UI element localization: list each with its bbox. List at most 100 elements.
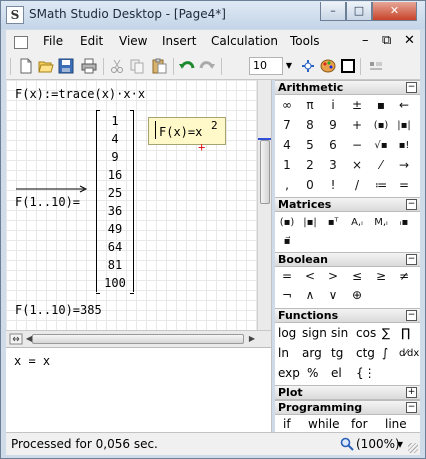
not-equal-button[interactable]: ≠ <box>393 267 415 286</box>
section-boolean[interactable]: Boolean − <box>275 252 420 267</box>
greater-than-button[interactable]: > <box>322 267 344 286</box>
undo-icon[interactable] <box>179 58 195 74</box>
square-root-button[interactable]: √▪ <box>370 136 392 155</box>
minimize-button[interactable]: – <box>320 2 346 21</box>
parentheses-button[interactable]: (▪) <box>370 116 392 135</box>
collapse-icon[interactable]: − <box>406 310 417 321</box>
horizontal-scroll-thumb[interactable] <box>32 334 244 344</box>
bool-equals-button[interactable]: = <box>276 267 298 286</box>
document-menu-icon[interactable] <box>14 36 28 49</box>
less-than-button[interactable]: < <box>299 267 321 286</box>
percent-button[interactable]: % <box>307 365 318 382</box>
and-button[interactable]: ∧ <box>299 286 321 305</box>
grid-icon[interactable] <box>368 58 384 74</box>
section-programming[interactable]: Programming − <box>275 400 420 415</box>
determinant-button[interactable]: |▪| <box>299 213 321 232</box>
save-icon[interactable] <box>58 58 74 74</box>
new-document-icon[interactable] <box>18 58 34 74</box>
expand-icon[interactable]: + <box>406 387 417 398</box>
comma-button[interactable]: , <box>276 176 298 195</box>
sin-button[interactable]: sin <box>331 325 348 342</box>
cos-button[interactable]: cos <box>356 325 376 342</box>
digit-4-button[interactable]: 4 <box>276 136 298 155</box>
infinity-button[interactable]: ∞ <box>276 96 298 115</box>
exclamation-button[interactable]: ! <box>322 176 344 195</box>
zoom-dropdown-icon[interactable]: ▾ <box>397 437 403 451</box>
menu-view[interactable]: View <box>119 34 147 48</box>
matrix-insert-button[interactable]: (▪) <box>276 213 298 232</box>
if-button[interactable]: if <box>283 416 291 432</box>
zoom-combo[interactable]: 10 <box>249 57 283 75</box>
digit-2-button[interactable]: 2 <box>299 156 321 175</box>
fraction-button[interactable]: ⁄ <box>370 156 392 175</box>
arrow-right-button[interactable]: → <box>393 156 415 175</box>
section-plot[interactable]: Plot + <box>275 385 420 400</box>
zoom-level[interactable]: (100%) <box>356 437 400 451</box>
pi-button[interactable]: π <box>299 96 321 115</box>
worksheet[interactable]: F(x):=trace(x)·x·x F(1..10)= 1 4 9 16 25… <box>6 80 272 330</box>
digit-6-button[interactable]: 6 <box>322 136 344 155</box>
menu-calculation[interactable]: Calculation <box>211 34 278 48</box>
maximize-button[interactable]: □ <box>346 2 372 21</box>
menu-edit[interactable]: Edit <box>80 34 103 48</box>
multiply-button[interactable]: × <box>346 156 368 175</box>
ctg-button[interactable]: ctg <box>356 345 375 362</box>
matrix-index-button[interactable]: M,ᵢ <box>370 213 392 232</box>
greater-equal-button[interactable]: ≥ <box>370 267 392 286</box>
collapse-icon[interactable]: − <box>406 402 417 413</box>
arg-button[interactable]: arg <box>302 345 322 362</box>
subscript-button[interactable]: ᵢ▪ <box>393 213 415 232</box>
digit-9-button[interactable]: 9 <box>322 116 344 135</box>
section-arithmetic[interactable]: Arithmetic − <box>275 80 420 95</box>
digit-3-button[interactable]: 3 <box>322 156 344 175</box>
cut-icon[interactable] <box>109 58 125 74</box>
paste-icon[interactable] <box>151 58 167 74</box>
menu-file[interactable]: File <box>43 34 63 48</box>
split-handle-icon[interactable] <box>9 333 23 345</box>
collapse-icon[interactable]: − <box>406 254 417 265</box>
power-button[interactable]: ▪ <box>370 96 392 115</box>
scroll-right-button[interactable]: ▶ <box>246 333 258 345</box>
log-button[interactable]: log <box>278 325 296 342</box>
integral-button[interactable]: ∫ <box>382 345 388 362</box>
product-button[interactable]: ∏ <box>401 325 410 342</box>
palette-icon[interactable] <box>320 58 336 74</box>
open-folder-icon[interactable] <box>38 58 54 74</box>
collapse-icon[interactable]: − <box>406 199 417 210</box>
ln-button[interactable]: ln <box>278 345 289 362</box>
arrow-down-icon[interactable]: ▼ <box>283 57 295 75</box>
menu-insert[interactable]: Insert <box>162 34 196 48</box>
sum-button[interactable]: ∑ <box>382 325 390 342</box>
derivative-button[interactable]: d⁄dx <box>399 345 419 362</box>
digit-0-button[interactable]: 0 <box>299 176 321 195</box>
dynamic-assistance-console[interactable]: x = x <box>6 347 272 433</box>
plus-button[interactable]: + <box>346 116 368 135</box>
digit-5-button[interactable]: 5 <box>299 136 321 155</box>
not-button[interactable]: ¬ <box>276 286 298 305</box>
resize-grip[interactable] <box>408 443 418 453</box>
copy-icon[interactable] <box>129 58 145 74</box>
mdi-minimize-button[interactable]: – <box>362 33 369 48</box>
define-button[interactable]: ≔ <box>370 176 392 195</box>
transpose-button[interactable]: ▪ᵀ <box>322 213 344 232</box>
vertical-scrollbar[interactable] <box>257 80 271 330</box>
element-index-button[interactable]: A,ᵢ <box>346 213 368 232</box>
minus-button[interactable]: − <box>346 136 368 155</box>
menu-tools[interactable]: Tools <box>290 34 320 48</box>
digit-7-button[interactable]: 7 <box>276 116 298 135</box>
range-expression[interactable]: F(1..10)= <box>15 195 80 209</box>
system-button[interactable]: {⋮ <box>356 365 376 382</box>
mdi-close-button[interactable]: ✕ <box>404 33 415 48</box>
section-functions[interactable]: Functions − <box>275 308 420 323</box>
plus-minus-button[interactable]: ± <box>346 96 368 115</box>
line-button[interactable]: line <box>385 416 407 432</box>
absolute-value-button[interactable]: |▪| <box>393 116 415 135</box>
less-equal-button[interactable]: ≤ <box>346 267 368 286</box>
divide-button[interactable]: / <box>346 176 368 195</box>
square-icon[interactable] <box>340 58 356 74</box>
vertical-scroll-thumb[interactable] <box>260 140 270 204</box>
zoom-icon[interactable] <box>340 437 354 451</box>
xor-button[interactable]: ⊕ <box>346 286 368 305</box>
el-button[interactable]: el <box>331 365 342 382</box>
sign-button[interactable]: sign <box>302 325 327 342</box>
